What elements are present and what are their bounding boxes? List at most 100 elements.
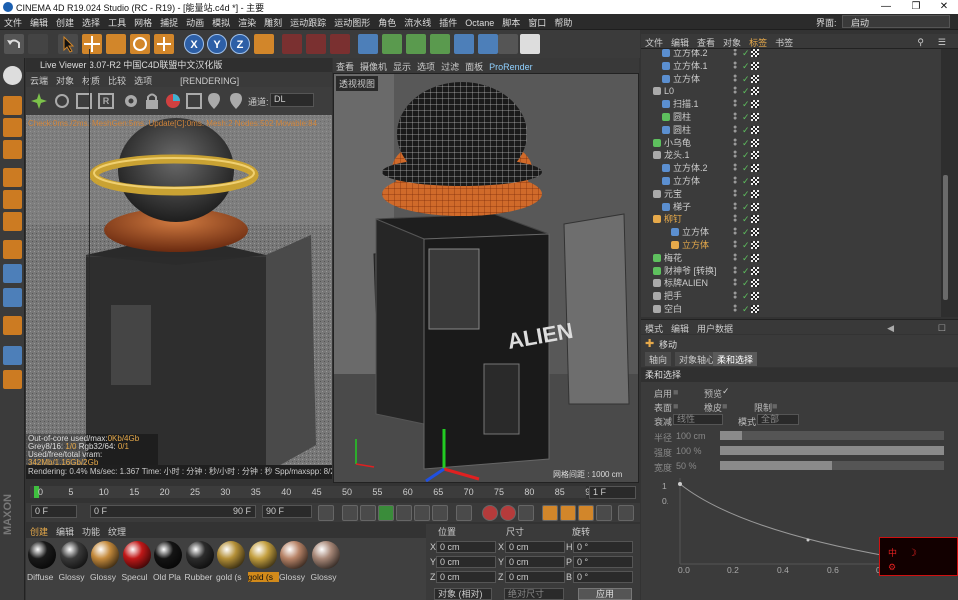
axis-mode-icon[interactable] (3, 240, 22, 259)
menu-item[interactable]: 窗口 (524, 14, 550, 31)
apply-button[interactable]: 应用 (578, 588, 632, 600)
object-row[interactable]: 元宝 ● ● ✓ (641, 188, 941, 201)
rubber-checkbox[interactable]: ■ (722, 401, 727, 411)
object-row[interactable]: 立方体 ● ● ✓ (641, 239, 941, 252)
material-tag-icon[interactable] (751, 87, 759, 96)
layout-select[interactable]: 启动 (842, 15, 950, 28)
menu-item[interactable]: 运动图形 (330, 14, 374, 31)
menu-item[interactable]: 渲染 (234, 14, 260, 31)
material-swatch[interactable]: gold (s (216, 540, 246, 582)
material-tag-icon[interactable] (751, 138, 759, 147)
coord-field-size[interactable]: 0 cm (505, 571, 565, 583)
object-row[interactable]: 龙头.1 ● ● ✓ (641, 149, 941, 162)
channel-select[interactable]: DL (270, 93, 314, 107)
material-tag-icon[interactable] (751, 49, 759, 57)
mat-menu-item[interactable]: 纹理 (104, 524, 130, 539)
object-row[interactable]: 圆柱 ● ● ✓ (641, 124, 941, 137)
material-tag-icon[interactable] (751, 228, 759, 237)
enabled-check-icon[interactable]: ✓ (742, 201, 750, 214)
play-icon[interactable] (378, 505, 394, 521)
limit-checkbox[interactable]: ■ (772, 401, 777, 411)
size-mode-select[interactable]: 绝对尺寸 (504, 588, 564, 600)
enabled-check-icon[interactable]: ✓ (742, 239, 750, 252)
current-frame-display[interactable]: 1 F (589, 486, 636, 499)
key-scale-icon[interactable] (560, 505, 576, 521)
goto-start-icon[interactable] (318, 505, 334, 521)
end-frame-field[interactable]: 90 F (262, 505, 312, 518)
make-editable-icon[interactable] (3, 96, 22, 115)
light-icon[interactable] (520, 34, 540, 54)
object-row[interactable]: 立方体 ● ● ✓ (641, 226, 941, 239)
cube-object-icon[interactable] (358, 34, 378, 54)
material-swatch[interactable]: Glossy (59, 540, 89, 582)
material-tag-icon[interactable] (751, 266, 759, 275)
mat-menu-item[interactable]: 功能 (78, 524, 104, 539)
tab-soft-selection[interactable]: 柔和选择 (713, 352, 758, 366)
mat-menu-item[interactable]: 创建 (26, 524, 52, 539)
model-mode-icon[interactable] (3, 118, 22, 137)
lock-icon[interactable] (144, 92, 160, 110)
object-row[interactable]: 柳钉 ● ● ✓ (641, 213, 941, 226)
menu-item[interactable]: 帮助 (550, 14, 576, 31)
scale-tool-icon[interactable] (106, 34, 126, 54)
workplane-icon[interactable] (3, 316, 22, 335)
visibility-dots[interactable]: ● ● (733, 149, 741, 160)
object-row[interactable]: 立方体.2 ● ● ✓ (641, 162, 941, 175)
material-picker-icon[interactable] (186, 93, 202, 109)
menu-item[interactable]: 网格 (130, 14, 156, 31)
visibility-dots[interactable]: ● ● (733, 188, 741, 199)
menu-item[interactable]: 模拟 (208, 14, 234, 31)
falloff-select[interactable]: 线性 (673, 414, 723, 425)
menu-item[interactable]: 运动跟踪 (286, 14, 330, 31)
recent-tool-icon[interactable] (154, 34, 174, 54)
material-tag-icon[interactable] (751, 164, 759, 173)
prev-key-icon[interactable] (342, 505, 358, 521)
key-rotation-icon[interactable] (578, 505, 594, 521)
region-render-icon[interactable]: R (98, 93, 114, 109)
visibility-dots[interactable]: ● ● (733, 162, 741, 173)
visibility-dots[interactable]: ● ● (733, 201, 741, 212)
perspective-viewport[interactable]: ALIEN (333, 73, 639, 483)
material-swatch[interactable]: Old Pla (153, 540, 183, 582)
preview-checkbox[interactable]: ✓ (722, 386, 730, 397)
material-tag-icon[interactable] (751, 305, 759, 313)
mat-menu-item[interactable]: 编辑 (52, 524, 78, 539)
enabled-check-icon[interactable]: ✓ (742, 111, 750, 124)
visibility-dots[interactable]: ● ● (733, 239, 741, 250)
subdivision-surface-icon[interactable] (406, 34, 426, 54)
enabled-check-icon[interactable]: ✓ (742, 149, 750, 162)
coord-field-rot[interactable]: 0 ° (573, 541, 633, 553)
send-scene-icon[interactable] (30, 92, 48, 110)
minimize-icon[interactable]: — (872, 0, 900, 14)
visibility-dots[interactable]: ● ● (733, 213, 741, 224)
select-pointer-icon[interactable] (58, 34, 78, 54)
material-swatch[interactable]: Specul (122, 540, 152, 582)
material-swatch[interactable]: gold (s (247, 540, 279, 582)
visibility-dots[interactable]: ● ● (733, 175, 741, 186)
material-tag-icon[interactable] (751, 202, 759, 211)
close-icon[interactable]: ✕ (930, 0, 958, 14)
enabled-check-icon[interactable]: ✓ (742, 137, 750, 150)
enabled-check-icon[interactable]: ✓ (742, 60, 750, 73)
material-tag-icon[interactable] (751, 279, 759, 288)
autokey-icon[interactable] (500, 505, 516, 521)
object-row[interactable]: 扫描.1 ● ● ✓ (641, 98, 941, 111)
edges-mode-icon[interactable] (3, 190, 22, 209)
enabled-check-icon[interactable]: ✓ (742, 73, 750, 86)
color-picker-icon[interactable] (164, 92, 182, 110)
enabled-check-icon[interactable]: ✓ (742, 277, 750, 290)
live-viewer-render[interactable] (26, 115, 332, 473)
menu-item[interactable]: 文件 (0, 14, 26, 31)
material-tag-icon[interactable] (751, 215, 759, 224)
restore-icon[interactable]: ❐ (902, 0, 930, 14)
material-tag-icon[interactable] (751, 292, 759, 301)
coord-field-size[interactable]: 0 cm (505, 541, 565, 553)
visibility-dots[interactable]: ● ● (733, 85, 741, 96)
object-row[interactable]: 圆柱 ● ● ✓ (641, 111, 941, 124)
visibility-dots[interactable]: ● ● (733, 49, 741, 58)
material-tag-icon[interactable] (751, 253, 759, 262)
object-row[interactable]: 财神爷 [转换] ● ● ✓ (641, 265, 941, 278)
enabled-check-icon[interactable]: ✓ (742, 162, 750, 175)
object-row[interactable]: 空白 ● ● ✓ (641, 303, 941, 316)
menu-item[interactable]: 雕刻 (260, 14, 286, 31)
